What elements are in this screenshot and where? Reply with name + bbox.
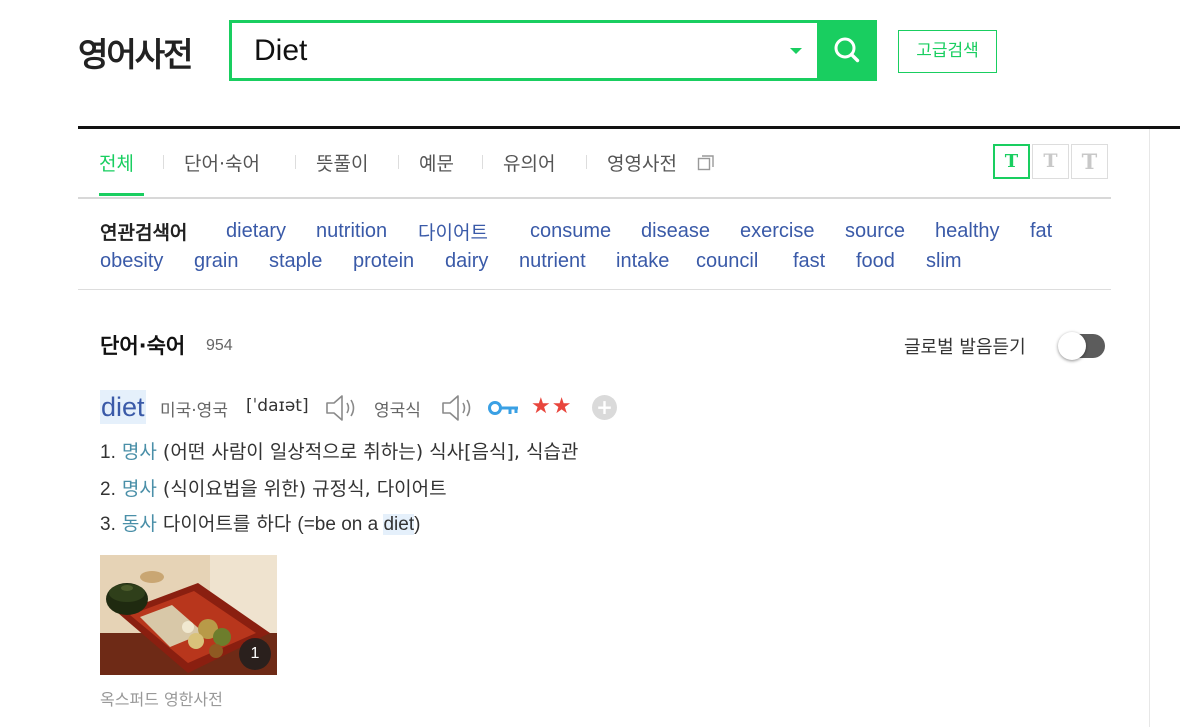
tab-all[interactable]: 전체 [99, 149, 134, 179]
related-word[interactable]: consume [530, 220, 611, 243]
related-word[interactable]: source [845, 220, 905, 243]
tab-separator [398, 155, 399, 169]
part-of-speech: 동사 [121, 513, 157, 535]
related-word[interactable]: nutrition [316, 220, 387, 243]
speaker-icon[interactable] [324, 393, 360, 423]
importance-stars: ★★ [531, 394, 573, 419]
tab-english-english[interactable]: 영영사전 [607, 149, 677, 179]
text-size-small-button[interactable]: T [993, 144, 1030, 179]
right-column-divider [1149, 129, 1150, 727]
related-searches-title: 연관검색어 [100, 222, 188, 244]
tab-separator [295, 155, 296, 169]
tab-separator [163, 155, 164, 169]
related-word[interactable]: 다이어트 [418, 218, 488, 245]
toggle-knob [1058, 332, 1086, 360]
part-of-speech: 명사 [121, 441, 157, 463]
pronunciation-us-uk-label: 미국·영국 [160, 401, 228, 421]
related-word[interactable]: obesity [100, 250, 163, 273]
key-icon[interactable] [487, 397, 521, 419]
search-box [229, 20, 877, 81]
definition-item: 2. 명사 (식이요법을 위한) 규정식, 다이어트 [100, 478, 447, 500]
definition-item: 1. 명사 (어떤 사람이 일상적으로 취하는) 식사[음식], 식습관 [100, 441, 579, 463]
related-word[interactable]: disease [641, 220, 710, 243]
text-size-large-button[interactable]: T [1071, 144, 1108, 179]
related-word[interactable]: nutrient [519, 250, 586, 273]
related-word[interactable]: exercise [740, 220, 814, 243]
tab-examples[interactable]: 예문 [419, 149, 454, 179]
text-size-medium-button[interactable]: T [1032, 144, 1069, 179]
advanced-search-button[interactable]: 고급검색 [898, 30, 997, 73]
related-word[interactable]: council [696, 250, 758, 273]
search-icon [834, 37, 860, 63]
result-count: 954 [206, 337, 233, 354]
autocomplete-dropdown-icon[interactable] [790, 48, 802, 54]
related-word[interactable]: staple [269, 250, 322, 273]
tab-synonyms[interactable]: 유의어 [503, 149, 555, 179]
related-word[interactable]: fat [1030, 220, 1052, 243]
phonetic-symbol: [ˈdaɪət] [246, 396, 309, 416]
related-word[interactable]: fast [793, 250, 825, 273]
speaker-icon[interactable] [440, 393, 476, 423]
global-pronunciation-label: 글로벌 발음듣기 [904, 337, 1026, 358]
tab-separator [482, 155, 483, 169]
related-word[interactable]: grain [194, 250, 238, 273]
related-word[interactable]: slim [926, 250, 962, 273]
related-word[interactable]: intake [616, 250, 669, 273]
definition-item: 3. 동사 다이어트를 하다 (=be on a diet) [100, 513, 421, 535]
entry-image-thumbnail[interactable]: 1 [100, 555, 277, 675]
search-input[interactable] [254, 31, 784, 71]
part-of-speech: 명사 [121, 478, 157, 500]
related-word[interactable]: food [856, 250, 895, 273]
dictionary-source[interactable]: 옥스퍼드 영한사전 [100, 686, 223, 710]
highlighted-word: diet [383, 514, 415, 535]
section-title: 단어·숙어 [100, 334, 186, 358]
tab-bar: 전체 단어·숙어 뜻풀이 예문 유의어 영영사전 T T T [78, 129, 1111, 199]
tab-words-idioms[interactable]: 단어·숙어 [184, 149, 260, 179]
related-word[interactable]: healthy [935, 220, 1000, 243]
entry-headword[interactable]: diet [100, 390, 146, 424]
new-window-icon[interactable] [697, 154, 715, 172]
related-word[interactable]: dairy [445, 250, 488, 273]
add-to-wordbook-icon[interactable]: + [592, 395, 617, 420]
global-pronunciation-toggle[interactable] [1058, 332, 1105, 360]
related-word[interactable]: protein [353, 250, 414, 273]
search-button[interactable] [817, 20, 877, 81]
image-count-badge: 1 [239, 638, 271, 670]
related-word[interactable]: dietary [226, 220, 286, 243]
tab-meanings[interactable]: 뜻풀이 [316, 149, 368, 179]
tab-separator [586, 155, 587, 169]
active-tab-underline [99, 193, 144, 196]
pronunciation-uk-label: 영국식 [374, 401, 421, 421]
dictionary-logo[interactable]: 영어사전 [78, 28, 193, 76]
related-searches: 연관검색어 dietary nutrition 다이어트 consume dis… [78, 199, 1111, 290]
